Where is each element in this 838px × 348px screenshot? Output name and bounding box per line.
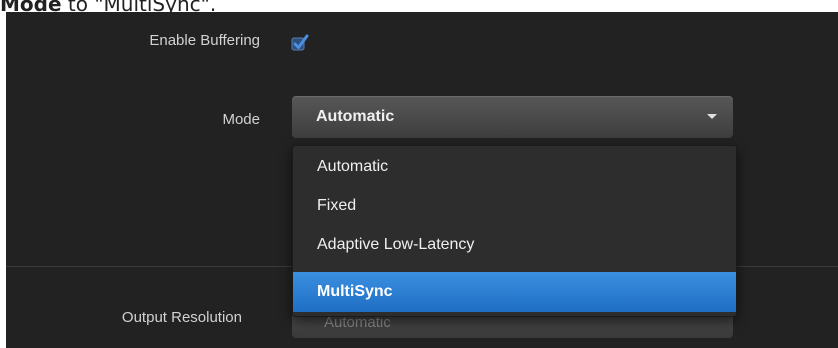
mode-option-label: Adaptive Low-Latency	[317, 236, 475, 253]
enable-buffering-checkbox[interactable]	[291, 34, 309, 52]
mode-select-value: Automatic	[316, 108, 395, 125]
mode-select[interactable]: Automatic	[292, 96, 733, 138]
mode-option-adaptive-low-latency[interactable]: Adaptive Low-Latency	[293, 226, 736, 264]
chevron-down-icon	[707, 114, 717, 119]
mode-option-label: Fixed	[317, 197, 357, 214]
mode-dropdown-menu: Automatic Fixed Adaptive Low-Latency Mul…	[292, 145, 737, 317]
mode-option-label: Automatic	[317, 158, 389, 175]
mode-option-label: MultiSync	[317, 283, 393, 300]
output-resolution-label: Output Resolution	[121, 309, 242, 326]
mode-option-automatic[interactable]: Automatic	[293, 148, 736, 186]
mode-option-fixed[interactable]: Fixed	[293, 187, 736, 225]
instruction-caption: Mode to "MultiSync".	[0, 0, 216, 16]
settings-panel: Enable Buffering Mode Automatic Output R…	[6, 12, 838, 348]
mode-label: Mode	[222, 111, 260, 128]
enable-buffering-label: Enable Buffering	[149, 32, 260, 49]
mode-option-multisync[interactable]: MultiSync	[293, 272, 736, 312]
